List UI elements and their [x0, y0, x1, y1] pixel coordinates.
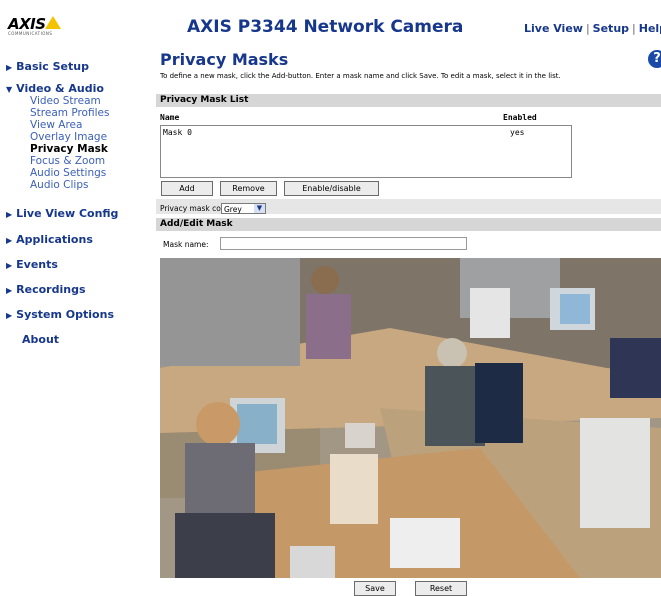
sidebar-item-label: Live View Config: [16, 207, 119, 220]
link-separator: |: [632, 22, 636, 35]
mask-name-cell: Mask 0: [163, 128, 192, 137]
sidebar-subitem-audio-settings[interactable]: Audio Settings: [30, 167, 106, 179]
triangle-right-icon: ▶: [6, 210, 13, 219]
sidebar-subitem-overlay-image[interactable]: Overlay Image: [30, 131, 107, 143]
add-button[interactable]: Add: [161, 181, 213, 196]
privacy-mask-overlay[interactable]: [160, 258, 300, 366]
chevron-down-icon: ▼: [254, 204, 265, 213]
privacy-mask-color-select[interactable]: Grey ▼: [221, 203, 266, 214]
mask-name-label: Mask name:: [163, 240, 209, 249]
intro-text: To define a new mask, click the Add-butt…: [160, 72, 561, 80]
sidebar-item-basic-setup[interactable]: ▶ Basic Setup: [6, 60, 89, 73]
sidebar-subitem-audio-clips[interactable]: Audio Clips: [30, 179, 88, 191]
camera-video-view[interactable]: [160, 258, 661, 578]
live-view-link[interactable]: Live View: [524, 22, 583, 35]
sidebar-item-events[interactable]: ▶ Events: [6, 258, 58, 271]
header: AXIS COMMUNICATIONS AXIS P3344 Network C…: [0, 0, 661, 50]
link-separator: |: [585, 22, 590, 35]
triangle-right-icon: ▶: [6, 261, 13, 270]
sidebar-item-label: System Options: [16, 308, 114, 321]
remove-button[interactable]: Remove: [220, 181, 277, 196]
axis-logo[interactable]: AXIS COMMUNICATIONS: [8, 14, 78, 38]
sidebar-item-applications[interactable]: ▶ Applications: [6, 233, 93, 246]
sidebar-item-system-options[interactable]: ▶ System Options: [6, 308, 114, 321]
add-edit-mask-header: Add/Edit Mask: [156, 218, 661, 231]
main-content: Privacy Masks ? To define a new mask, cl…: [153, 50, 661, 596]
app-title: AXIS P3344 Network Camera: [187, 17, 464, 37]
mask-enabled-cell: yes: [510, 128, 525, 137]
column-enabled-header: Enabled: [503, 113, 537, 122]
enable-disable-button[interactable]: Enable/disable: [284, 181, 379, 196]
sidebar-subitem-stream-profiles[interactable]: Stream Profiles: [30, 107, 109, 119]
sidebar-subitem-video-stream[interactable]: Video Stream: [30, 95, 101, 107]
reset-button[interactable]: Reset: [415, 581, 467, 596]
help-icon[interactable]: ?: [648, 50, 661, 68]
logo-triangle-icon: [45, 16, 61, 29]
triangle-right-icon: ▶: [6, 236, 13, 245]
sidebar-item-about[interactable]: About: [22, 333, 59, 346]
privacy-mask-list[interactable]: Mask 0 yes: [160, 125, 572, 178]
sidebar-item-video-audio[interactable]: ▼ Video & Audio: [6, 82, 104, 95]
sidebar-item-label: About: [22, 333, 60, 346]
privacy-mask-list-header: Privacy Mask List: [156, 94, 661, 107]
sidebar-item-label: Events: [16, 258, 58, 271]
sidebar-subitem-view-area[interactable]: View Area: [30, 119, 82, 131]
sidebar-item-label: Video & Audio: [16, 82, 104, 95]
page-title: Privacy Masks: [160, 50, 289, 69]
logo-subtext: COMMUNICATIONS: [8, 31, 53, 36]
sidebar-item-label: Basic Setup: [16, 60, 89, 73]
sidebar-subitem-focus-zoom[interactable]: Focus & Zoom: [30, 155, 105, 167]
sidebar-item-label: Applications: [16, 233, 93, 246]
triangle-right-icon: ▶: [6, 311, 13, 320]
mask-name-input[interactable]: [220, 237, 467, 250]
sidebar-item-label: Recordings: [16, 283, 86, 296]
column-name-header: Name: [160, 113, 180, 122]
sidebar-item-live-view-config[interactable]: ▶ Live View Config: [6, 207, 118, 220]
sidebar-item-recordings[interactable]: ▶ Recordings: [6, 283, 86, 296]
triangle-right-icon: ▶: [6, 286, 13, 295]
triangle-right-icon: ▶: [6, 63, 13, 72]
help-link[interactable]: Help: [639, 22, 661, 35]
top-links: Live View|Setup|Help: [524, 22, 661, 35]
color-select-value: Grey: [224, 205, 242, 214]
setup-link[interactable]: Setup: [593, 22, 629, 35]
sidebar: ▶ Basic Setup ▼ Video & Audio Video Stream…: [0, 50, 153, 590]
triangle-down-icon: ▼: [6, 85, 13, 94]
save-button[interactable]: Save: [354, 581, 396, 596]
sidebar-subitem-privacy-mask[interactable]: Privacy Mask: [30, 143, 108, 155]
